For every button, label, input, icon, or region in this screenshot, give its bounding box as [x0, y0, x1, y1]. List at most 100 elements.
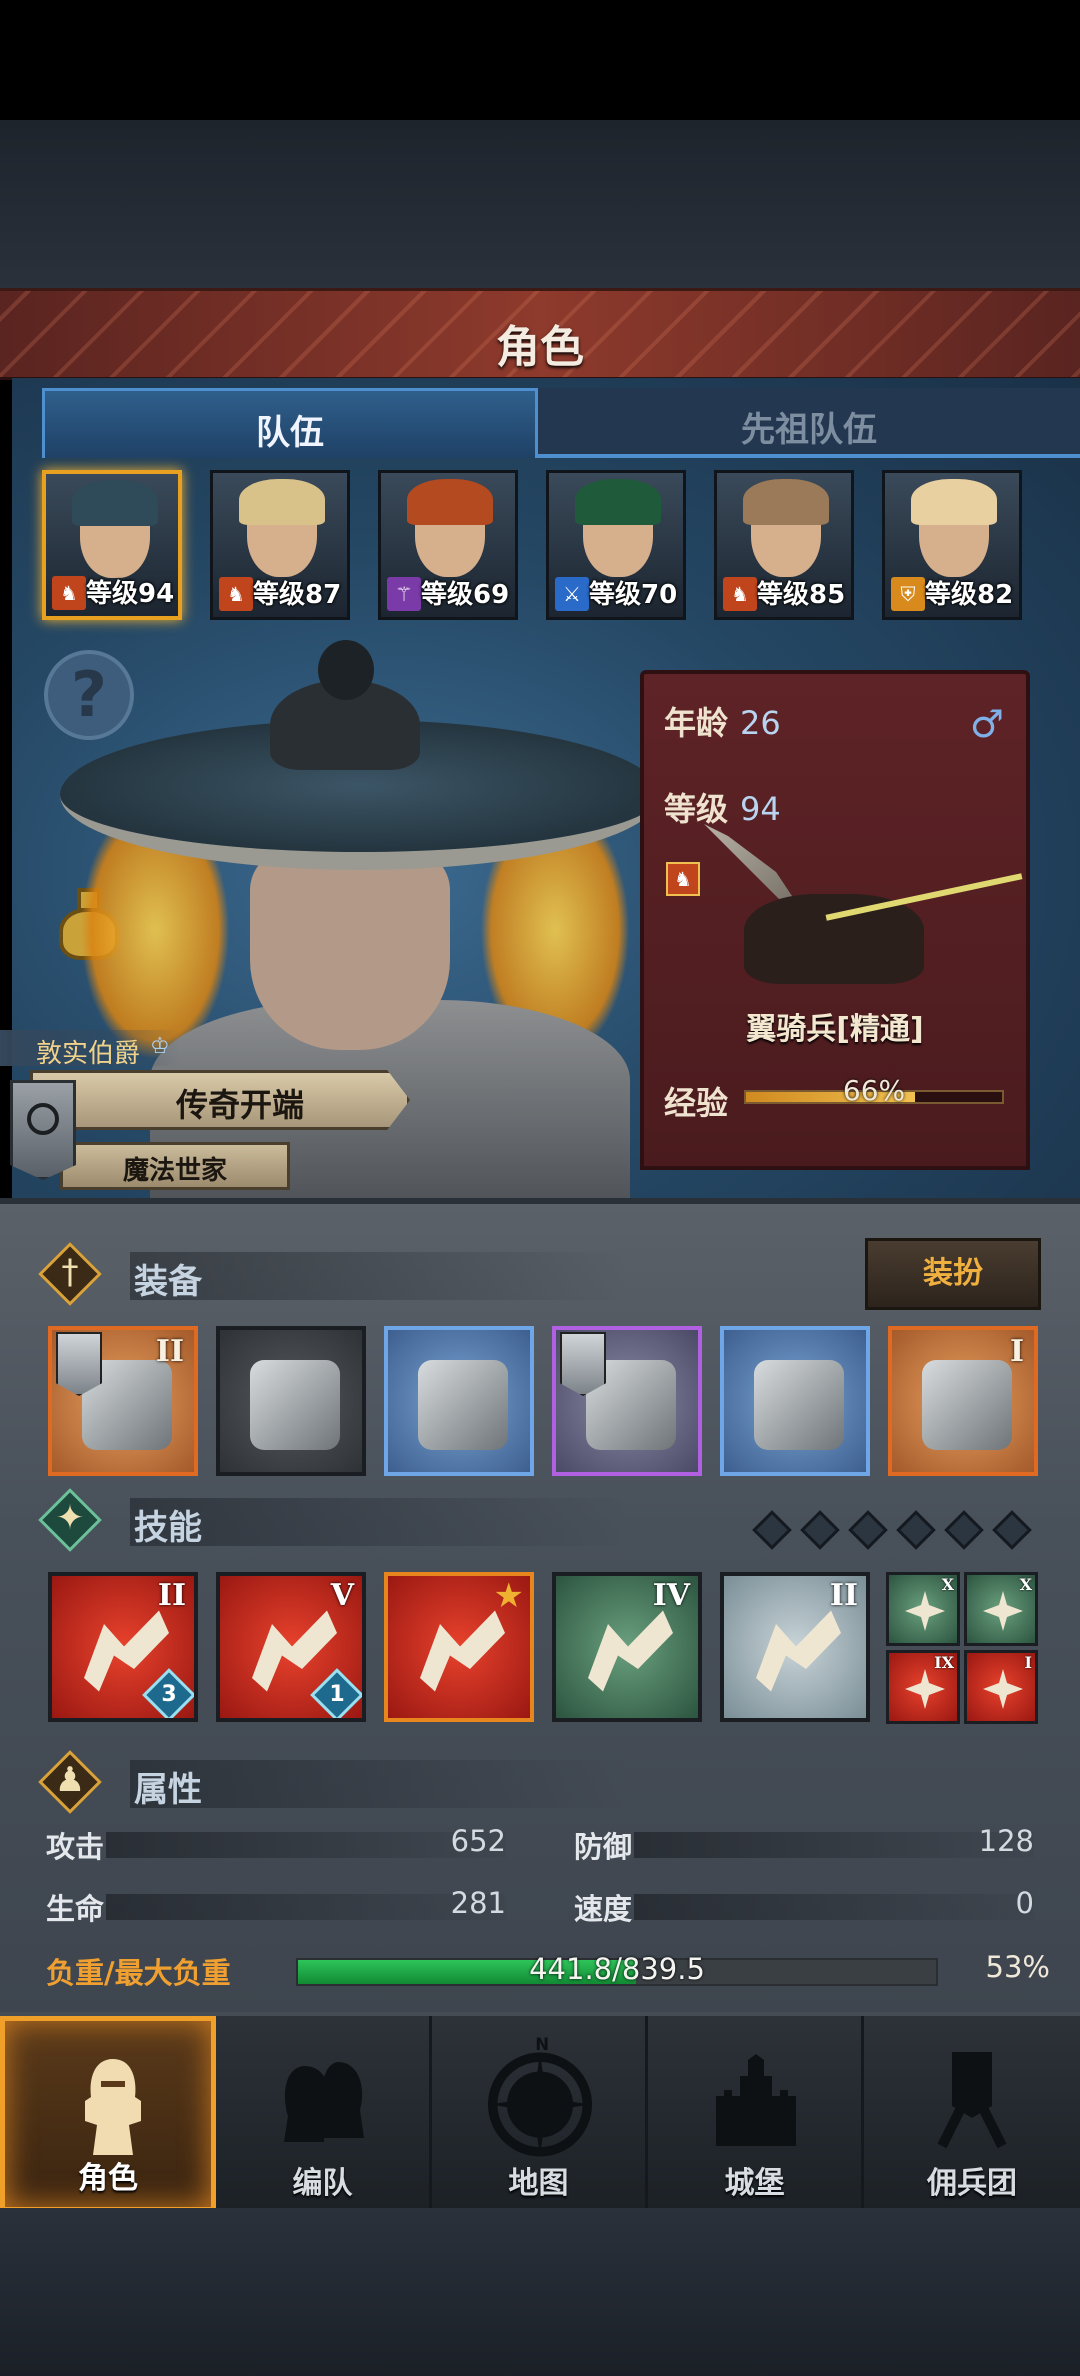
- star-icon: ✦: [55, 1498, 85, 1538]
- house-flag-icon: [560, 1332, 606, 1396]
- weapon-slot[interactable]: II: [48, 1326, 198, 1476]
- nav-character-label: 角色: [78, 2161, 138, 2196]
- skill-point-dot: [752, 1510, 792, 1550]
- party-member-portrait[interactable]: ♞ 等级94: [42, 470, 182, 620]
- skill-tier: II: [829, 1578, 858, 1613]
- person-icon: ♟: [54, 1760, 86, 1800]
- age-value: 26: [740, 704, 781, 742]
- nav-formation[interactable]: 编队: [216, 2016, 432, 2212]
- party-tabs: 队伍 先祖队伍: [42, 388, 1080, 458]
- rider-icon: ♞: [723, 577, 757, 611]
- skills-label: 技能: [134, 1508, 202, 1548]
- party-member-portrait[interactable]: ⛨ 等级82: [882, 470, 1022, 620]
- passive-skill-slot[interactable]: X: [886, 1572, 960, 1646]
- skill-slot[interactable]: ★: [384, 1572, 534, 1722]
- party-member-portrait[interactable]: ♞ 等级85: [714, 470, 854, 620]
- tab-ancestor-party[interactable]: 先祖队伍: [538, 388, 1080, 458]
- equipment-header-bar: [130, 1252, 630, 1300]
- legend-title: 传奇开端: [175, 1086, 304, 1124]
- portrait-level: 等级85: [757, 580, 846, 610]
- equipment-tier: I: [1009, 1334, 1024, 1369]
- boots-slot[interactable]: [720, 1326, 870, 1476]
- dagger-icon: †: [61, 1252, 79, 1292]
- party-member-portrait[interactable]: ♞ 等级87: [210, 470, 350, 620]
- bottom-nav: 角色 编队 N 地图 城堡 佣兵团: [0, 2012, 1080, 2212]
- helmet-slot[interactable]: [384, 1326, 534, 1476]
- passive-skill-art-icon: [905, 1591, 945, 1631]
- party-portraits: ♞ 等级94 ♞ 等级87 ⚚ 等级69 ⚔ 等级70 ♞ 等级85 ⛨ 等级82: [42, 470, 1042, 620]
- hero-hair-bun: [318, 640, 374, 700]
- bottom-backdrop: [0, 2208, 1080, 2376]
- equipment-item-icon: [250, 1360, 340, 1450]
- skill-slot[interactable]: II 3: [48, 1572, 198, 1722]
- skill-slot[interactable]: II: [720, 1572, 870, 1722]
- sword-icon: ⚔: [555, 577, 589, 611]
- nav-mercenary[interactable]: 佣兵团: [864, 2016, 1080, 2212]
- offhand-slot[interactable]: [216, 1326, 366, 1476]
- nav-mercenary-label: 佣兵团: [927, 2166, 1017, 2201]
- age-label: 年龄: [664, 704, 729, 742]
- speed-value: 0: [1015, 1886, 1034, 1920]
- passive-skill-slot[interactable]: X: [964, 1572, 1038, 1646]
- attributes-label: 属性: [134, 1770, 202, 1810]
- class-badge-icon: ♞: [666, 862, 700, 896]
- house-banner-icon[interactable]: [10, 1080, 76, 1180]
- house-symbol: [27, 1103, 59, 1135]
- equipment-label: 装备: [134, 1262, 202, 1302]
- winged-hussar-figure: [704, 824, 1023, 994]
- portrait-hair: [239, 479, 325, 525]
- passive-skill-slot[interactable]: I: [964, 1650, 1038, 1724]
- speed-track: [634, 1894, 1034, 1920]
- level-value: 94: [740, 790, 781, 828]
- defense-stat: 防御 128: [574, 1824, 1034, 1864]
- party-member-portrait[interactable]: ⚚ 等级69: [378, 470, 518, 620]
- skill-slot[interactable]: IV: [552, 1572, 702, 1722]
- top-backdrop: [0, 120, 1080, 290]
- passive-skill-tier: I: [1024, 1653, 1032, 1672]
- nav-map-label: 地图: [508, 2166, 569, 2201]
- equipment-item-icon: [754, 1360, 844, 1450]
- hp-track: [106, 1894, 506, 1920]
- skill-point-dot: [992, 1510, 1032, 1550]
- xp-percent: 66%: [842, 1074, 906, 1107]
- skill-point-dot: [800, 1510, 840, 1550]
- page-title: 角色: [496, 322, 584, 373]
- speed-label: 速度: [574, 1892, 633, 1926]
- skill-gem-badge: 3: [142, 1668, 194, 1718]
- status-bar: [0, 0, 1080, 120]
- nav-character[interactable]: 角色: [0, 2016, 216, 2212]
- hp-value: 281: [450, 1886, 506, 1920]
- equipment-item-icon: [418, 1360, 508, 1450]
- hero-head: [250, 850, 450, 1050]
- passive-skill-slot[interactable]: IX: [886, 1650, 960, 1724]
- speed-stat: 速度 0: [574, 1886, 1034, 1926]
- portrait-hair: [575, 479, 661, 525]
- compass-icon: N: [488, 2036, 592, 2157]
- passive-skill-art-icon: [983, 1669, 1023, 1709]
- skill-tier: IV: [652, 1578, 690, 1613]
- tab-party[interactable]: 队伍: [42, 388, 538, 458]
- portrait-level: 等级69: [421, 580, 510, 610]
- skill-art-icon: [588, 1610, 673, 1692]
- passive-skill-art-icon: [983, 1591, 1023, 1631]
- nav-castle-label: 城堡: [724, 2166, 785, 2201]
- nav-castle[interactable]: 城堡: [648, 2016, 864, 2212]
- armor-slot[interactable]: [552, 1326, 702, 1476]
- party-member-portrait[interactable]: ⚔ 等级70: [546, 470, 686, 620]
- rider-horse: [744, 894, 924, 984]
- hp-stat: 生命 281: [46, 1886, 506, 1926]
- outfit-button[interactable]: 装扮: [865, 1238, 1041, 1310]
- skill-slot[interactable]: V1: [216, 1572, 366, 1722]
- nav-map[interactable]: N 地图: [432, 2016, 648, 2212]
- load-label: 负重/最大负重: [46, 1956, 231, 1990]
- male-icon: ♂: [969, 702, 1004, 746]
- portrait-level: 等级82: [925, 580, 1014, 610]
- portrait-hair: [72, 480, 158, 526]
- portrait-hair: [911, 479, 997, 525]
- accessory-slot[interactable]: I: [888, 1326, 1038, 1476]
- passive-skill-tier: X: [1019, 1575, 1032, 1594]
- rider-icon: ♞: [219, 577, 253, 611]
- castle-icon: [716, 2054, 796, 2146]
- attack-label: 攻击: [46, 1830, 105, 1864]
- portrait-level: 等级87: [253, 580, 342, 610]
